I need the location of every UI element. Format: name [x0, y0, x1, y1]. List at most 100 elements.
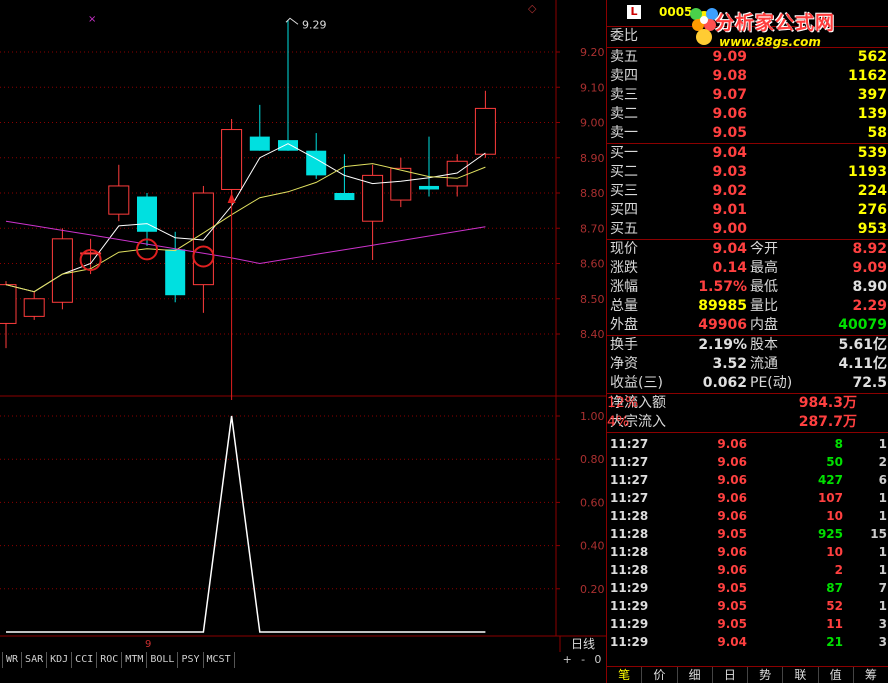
sell-row[interactable]: 卖一 9.05 58 [607, 124, 888, 143]
price-tick-label: 8.90 [580, 152, 605, 165]
tick-price: 9.06 [717, 455, 747, 469]
tick-time: 11:27 [610, 473, 649, 487]
candle-body [334, 193, 355, 201]
sell-row[interactable]: 卖四 9.08 1162 [607, 67, 888, 86]
flow-percent: 4% [607, 414, 630, 430]
tick-row[interactable]: 11:27 9.06 8 1 [607, 435, 888, 453]
tick-row[interactable]: 11:27 9.06 427 6 [607, 471, 888, 489]
candle-body [474, 107, 496, 155]
quote-value: 8.90 [852, 279, 887, 295]
panel-tab-0[interactable]: 笔 [607, 667, 643, 683]
tab-psy[interactable]: PSY [178, 652, 204, 668]
quote-row: 总量 89985 量比 2.29 [607, 297, 888, 316]
zoom-reset-button[interactable]: 0 [594, 653, 601, 667]
tick-volume: 8 [834, 437, 843, 451]
quote-label: 今开 [750, 241, 778, 257]
tab-mcst[interactable]: MCST [204, 652, 235, 668]
buy-label: 买二 [610, 164, 638, 180]
buy-row[interactable]: 买一 9.04 539 [607, 144, 888, 163]
price-tick-label: 8.80 [580, 187, 605, 200]
tab-sar[interactable]: SAR [22, 652, 48, 668]
tick-volume: 11 [826, 617, 843, 631]
buy-row[interactable]: 买三 9.02 224 [607, 182, 888, 201]
candle-body [249, 136, 270, 151]
price-tick-label: 9.10 [580, 81, 605, 94]
panel-tab-3[interactable]: 日 [713, 667, 748, 683]
tick-count: 1 [878, 437, 887, 451]
buy-row[interactable]: 买五 9.00 953 [607, 220, 888, 239]
zoom-controls[interactable]: + - 0 [558, 653, 606, 667]
tick-time: 11:29 [610, 581, 649, 595]
sell-book: 卖五 9.09 562 卖四 9.08 1162 卖三 9.07 397 卖二 9.06 139 卖一 9… [607, 47, 888, 143]
tick-row[interactable]: 11:28 9.05 925 15 [607, 525, 888, 543]
buy-book: 买一 9.04 539 买二 9.03 1193 买三 9.02 224 买四 9.01 276 买五 9… [607, 143, 888, 239]
tab-roc[interactable]: ROC [97, 652, 123, 668]
period-label[interactable]: 日线 [560, 636, 606, 652]
tick-row[interactable]: 11:28 9.06 10 1 [607, 507, 888, 525]
sell-row[interactable]: 卖五 9.09 562 [607, 48, 888, 67]
candle-body [192, 192, 214, 286]
tick-price: 9.06 [717, 509, 747, 523]
tick-row[interactable]: 11:27 9.06 107 1 [607, 489, 888, 507]
zoom-out-button[interactable]: - [581, 653, 585, 667]
diamond-icon: ◇ [528, 2, 537, 15]
tick-row[interactable]: 11:27 9.06 50 2 [607, 453, 888, 471]
level-icon[interactable]: L [627, 5, 641, 19]
tab-wr[interactable]: WR [3, 652, 23, 668]
buy-row[interactable]: 买四 9.01 276 [607, 201, 888, 220]
tick-time: 11:29 [610, 617, 649, 631]
tick-price: 9.06 [717, 473, 747, 487]
ind-tick-label: 0.40 [580, 540, 605, 553]
buy-row[interactable]: 买二 9.03 1193 [607, 163, 888, 182]
tick-row[interactable]: 11:29 9.05 87 7 [607, 579, 888, 597]
signal-arrow [227, 193, 236, 203]
panel-tab-7[interactable]: 筹 [854, 667, 888, 683]
kline-chart[interactable]: 9.20 9.10 9.00 8.90 8.80 8.70 8.60 8.50 8.40 1.00… [0, 0, 606, 668]
buy-price: 9.03 [712, 164, 747, 180]
tick-row[interactable]: 11:29 9.04 21 3 [607, 633, 888, 651]
tick-row[interactable]: 11:29 9.05 52 1 [607, 597, 888, 615]
tick-row[interactable]: 11:28 9.06 2 1 [607, 561, 888, 579]
flow-value: 287.7万 [798, 414, 857, 430]
fundamental-value: 2.19% [698, 337, 747, 353]
tick-time: 11:28 [610, 527, 649, 541]
price-tick-label: 8.70 [580, 222, 605, 235]
sell-row[interactable]: 卖三 9.07 397 [607, 86, 888, 105]
candle-body [165, 249, 186, 296]
sell-row[interactable]: 卖二 9.06 139 [607, 105, 888, 124]
candle-body [446, 160, 468, 187]
tick-time: 11:27 [610, 437, 649, 451]
zoom-in-button[interactable]: + [563, 653, 572, 667]
quote-label: 涨跌 [610, 260, 638, 276]
tick-volume: 10 [826, 509, 843, 523]
panel-tab-5[interactable]: 联 [783, 667, 819, 683]
tick-row[interactable]: 11:28 9.06 10 1 [607, 543, 888, 561]
buy-price: 9.04 [712, 145, 747, 161]
tick-count: 1 [878, 599, 887, 613]
panel-tab-1[interactable]: 价 [642, 667, 678, 683]
candle-body [137, 196, 157, 232]
tab-kdj[interactable]: KDJ [47, 652, 73, 668]
price-tick-label: 8.40 [580, 328, 605, 341]
tick-list[interactable]: 11:27 9.06 8 1 11:27 9.06 50 2 11:27 9.06 427 6 11:2… [607, 432, 888, 651]
tab-cci[interactable]: CCI [72, 652, 98, 668]
chart-canvas[interactable]: 9.20 9.10 9.00 8.90 8.80 8.70 8.60 8.50 8.40 1.00… [0, 0, 606, 668]
high-marker-label: 9.29 [302, 18, 327, 31]
quote-value: 89985 [698, 298, 747, 314]
buy-label: 买五 [610, 221, 638, 237]
quote-label: 总量 [610, 298, 638, 314]
panel-tab-6[interactable]: 值 [819, 667, 854, 683]
quote-label: 现价 [610, 241, 638, 257]
flow-row: 净流入额 984.3万 12% [607, 394, 888, 413]
sell-label: 卖二 [610, 106, 638, 122]
tab-mtm[interactable]: MTM [122, 652, 148, 668]
tab-boll[interactable]: BOLL [147, 652, 179, 668]
sell-price: 9.09 [712, 49, 747, 65]
tick-row[interactable]: 11:29 9.05 11 3 [607, 615, 888, 633]
panel-tab-2[interactable]: 细 [678, 667, 713, 683]
flow-percent: 12% [607, 395, 639, 411]
candle-body [0, 284, 17, 324]
tick-count: 15 [870, 527, 887, 541]
panel-tab-4[interactable]: 势 [748, 667, 784, 683]
tick-price: 9.05 [717, 617, 747, 631]
